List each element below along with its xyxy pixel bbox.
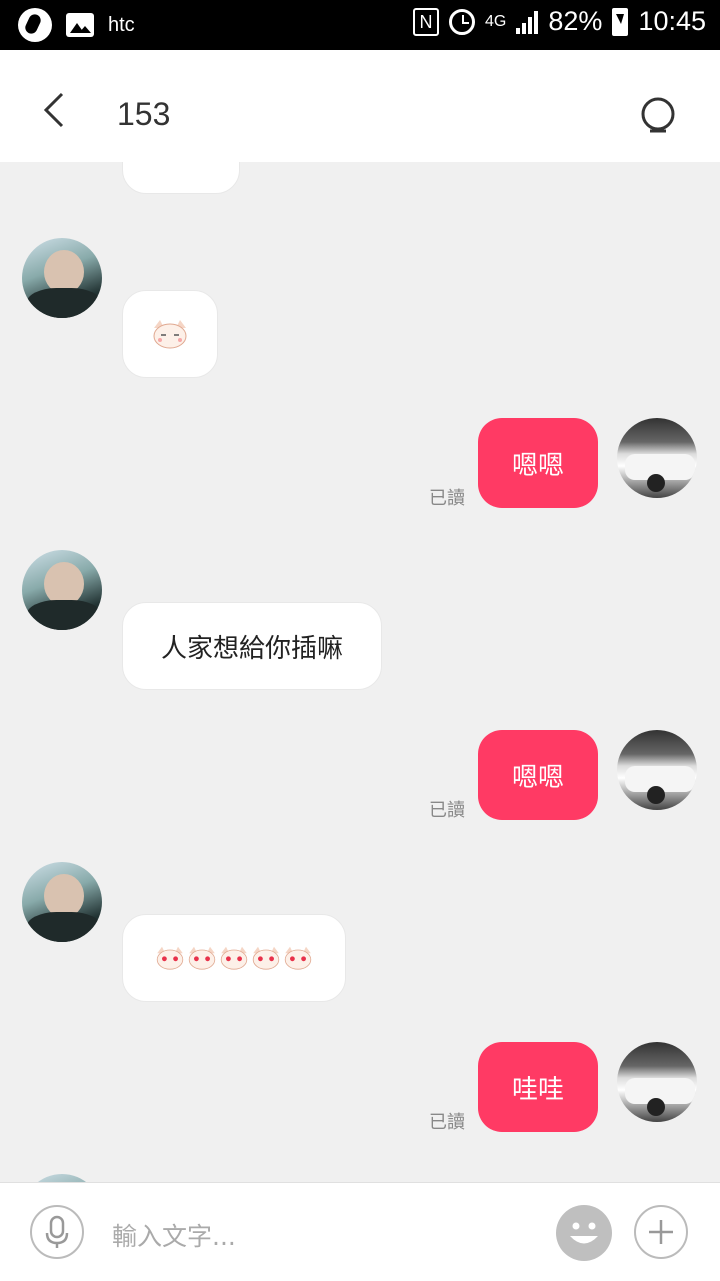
voice-input-button[interactable] — [30, 1205, 84, 1259]
my-avatar[interactable] — [617, 418, 697, 498]
emoji-button[interactable] — [556, 1205, 612, 1261]
search-icon[interactable] — [636, 94, 680, 138]
smiley-icon — [570, 1222, 598, 1244]
cat-heart-eyes-icon — [156, 946, 184, 970]
image-icon — [66, 13, 94, 37]
outgoing-message-bubble[interactable]: 嗯嗯 — [478, 730, 598, 820]
read-status: 已讀 — [429, 488, 465, 509]
contact-avatar[interactable] — [22, 238, 102, 318]
my-avatar[interactable] — [617, 1042, 697, 1122]
outgoing-message-bubble[interactable]: 嗯嗯 — [478, 418, 598, 508]
sticker-message-bubble[interactable] — [122, 914, 346, 1002]
read-status: 已讀 — [429, 1112, 465, 1133]
cat-heart-eyes-icon — [284, 946, 312, 970]
message-bubble-partial[interactable] — [122, 162, 240, 194]
nfc-icon: N — [413, 7, 440, 36]
read-status: 已讀 — [429, 800, 465, 821]
incoming-message-bubble[interactable]: 人家想給你插嘛 — [122, 602, 382, 690]
cat-heart-eyes-icon — [220, 946, 248, 970]
contact-avatar[interactable] — [22, 1174, 102, 1182]
contact-avatar[interactable] — [22, 862, 102, 942]
plus-icon — [649, 1220, 673, 1244]
cat-heart-eyes-icon — [188, 946, 216, 970]
add-attachment-button[interactable] — [634, 1205, 688, 1259]
contact-avatar[interactable] — [22, 550, 102, 630]
alarm-icon — [449, 8, 476, 35]
my-avatar[interactable] — [617, 730, 697, 810]
chat-messages[interactable]: 已讀 嗯嗯 人家想給你插嘛 已讀 嗯嗯 已讀 哇哇 — [0, 162, 720, 1182]
message-input-bar: 輸入文字... — [0, 1182, 720, 1281]
battery-percentage: 82% — [548, 6, 603, 36]
chat-title: 153 — [117, 96, 171, 132]
outgoing-message-bubble[interactable]: 哇哇 — [478, 1042, 598, 1132]
battery-charging-icon — [612, 7, 629, 36]
cat-heart-eyes-icon — [252, 946, 280, 970]
signal-icon — [516, 10, 539, 34]
chat-header: 153 — [0, 50, 720, 162]
sticker-message-bubble[interactable] — [122, 290, 218, 378]
htc-mini-app-icon — [18, 8, 52, 42]
clock: 10:45 — [638, 6, 706, 36]
carrier-label: htc — [108, 13, 135, 36]
status-bar: htc N 4G 82% 10:45 — [0, 0, 720, 50]
message-input[interactable]: 輸入文字... — [112, 1217, 236, 1253]
network-type: 4G — [485, 12, 507, 30]
microphone-icon — [45, 1215, 69, 1248]
back-icon[interactable] — [36, 90, 76, 130]
cat-sticker-icon — [153, 320, 187, 349]
